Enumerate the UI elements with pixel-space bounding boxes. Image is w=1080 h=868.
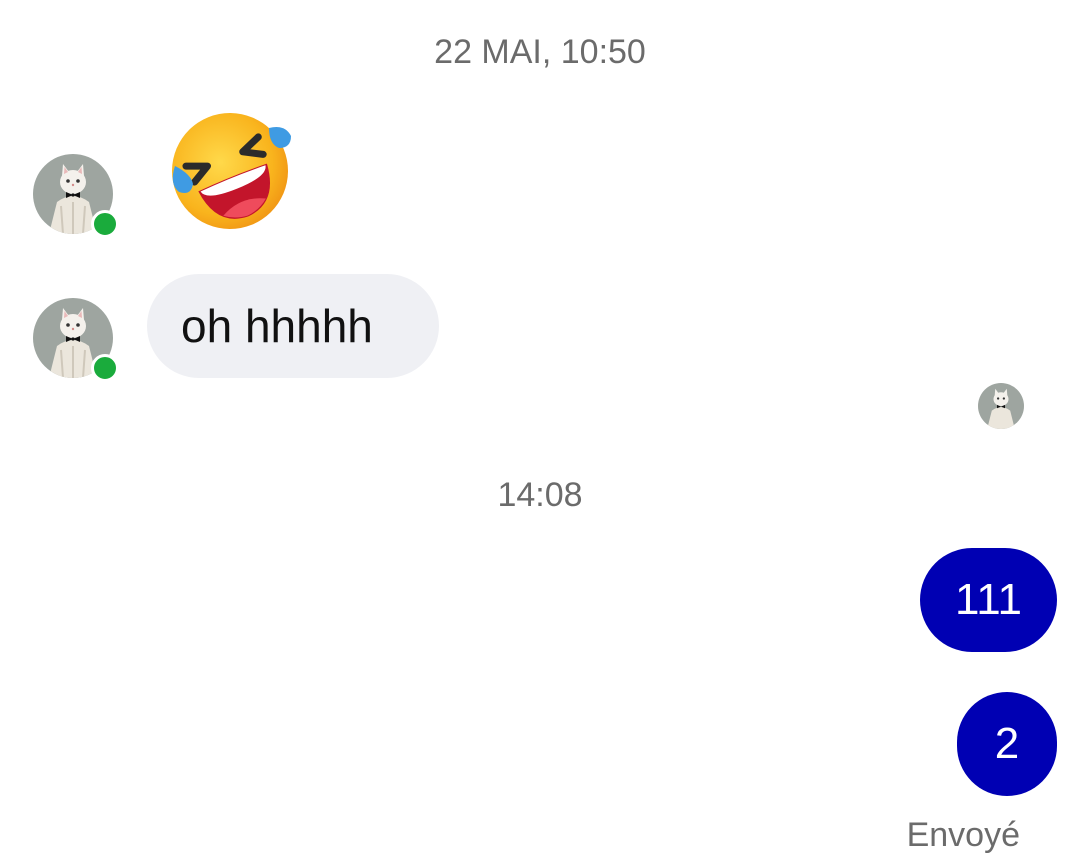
online-dot-icon xyxy=(91,354,119,382)
cat-avatar-icon xyxy=(978,383,1024,429)
rolling-on-floor-laughing-emoji-icon xyxy=(172,113,291,229)
contact-avatar[interactable] xyxy=(33,154,119,238)
message-status: Envoyé xyxy=(906,816,1020,854)
contact-avatar[interactable] xyxy=(33,298,119,382)
time-separator: 14:08 xyxy=(497,476,583,514)
outgoing-message-bubble[interactable]: 2 xyxy=(957,692,1057,796)
online-dot-icon xyxy=(91,210,119,238)
incoming-message-bubble[interactable]: oh hhhhh xyxy=(147,274,439,378)
outgoing-message-bubble[interactable]: 111 xyxy=(920,548,1057,652)
seen-avatar xyxy=(978,383,1024,429)
date-separator: 22 MAI, 10:50 xyxy=(434,33,646,71)
